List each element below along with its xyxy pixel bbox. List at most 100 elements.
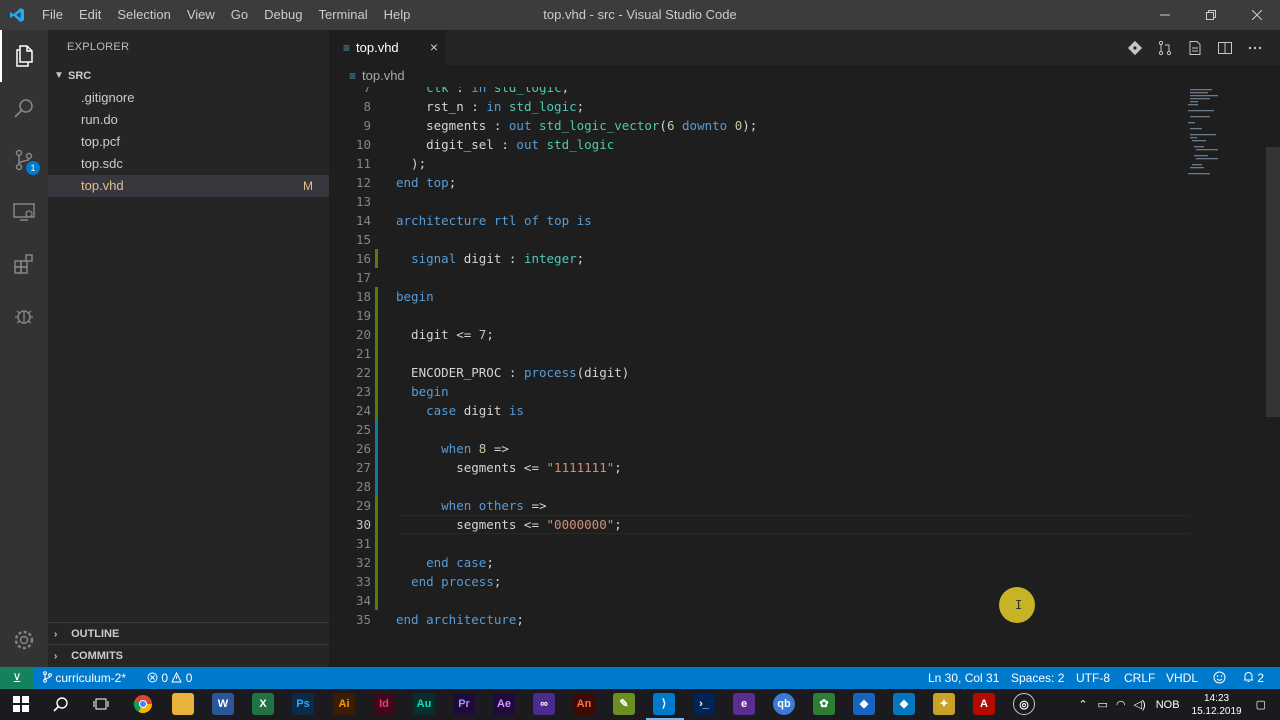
code-line[interactable]: 15: [329, 230, 1280, 249]
code-line[interactable]: 33 end process;: [329, 572, 1280, 591]
file-item-top-vhd[interactable]: top.vhd M: [48, 175, 329, 197]
code-line[interactable]: 27 segments <= "1111111";: [329, 458, 1280, 477]
file-item-gitignore[interactable]: .gitignore: [48, 87, 329, 109]
volume-icon[interactable]: ◁): [1134, 698, 1146, 711]
code-line[interactable]: 18 begin: [329, 287, 1280, 306]
git-gutter-indicator[interactable]: [375, 553, 378, 572]
after-effects-icon[interactable]: Ae: [493, 693, 515, 715]
indentation[interactable]: Spaces: 2: [1011, 667, 1064, 689]
menu-debug[interactable]: Debug: [256, 0, 310, 30]
app-icon[interactable]: e: [733, 693, 755, 715]
git-gutter-indicator[interactable]: [375, 287, 378, 306]
editor-scrollbar[interactable]: [1266, 87, 1280, 667]
app-icon[interactable]: ✿: [813, 693, 835, 715]
more-actions-button[interactable]: [1240, 30, 1270, 65]
git-gutter-indicator[interactable]: [375, 572, 378, 591]
code-line[interactable]: 26 when 8 =>: [329, 439, 1280, 458]
menu-selection[interactable]: Selection: [109, 0, 178, 30]
search-icon[interactable]: [50, 693, 72, 715]
split-editor-button[interactable]: [1210, 30, 1240, 65]
windows-start-icon[interactable]: [10, 693, 32, 715]
git-gutter-indicator[interactable]: [375, 458, 378, 477]
network-icon[interactable]: ▭: [1098, 698, 1108, 711]
chrome-icon[interactable]: [132, 693, 154, 715]
tab-top-vhd[interactable]: ≡ top.vhd ×: [329, 30, 446, 65]
close-tab-button[interactable]: ×: [430, 39, 438, 55]
code-line[interactable]: 17: [329, 268, 1280, 287]
animate-icon[interactable]: An: [573, 693, 595, 715]
git-lens-button[interactable]: [1120, 30, 1150, 65]
code-line[interactable]: 7 clk : in std_logic;: [329, 87, 1280, 97]
excel-icon[interactable]: X: [252, 693, 274, 715]
restore-button[interactable]: [1188, 0, 1234, 30]
file-explorer-icon[interactable]: [172, 693, 194, 715]
folder-header-src[interactable]: ▼ SRC: [48, 65, 329, 87]
menu-terminal[interactable]: Terminal: [310, 0, 375, 30]
menu-file[interactable]: File: [34, 0, 71, 30]
code-line[interactable]: 10 digit_sel : out std_logic: [329, 135, 1280, 154]
minimize-button[interactable]: [1142, 0, 1188, 30]
code-line[interactable]: 23 begin: [329, 382, 1280, 401]
acrobat-icon[interactable]: A: [973, 693, 995, 715]
open-file-button[interactable]: [1180, 30, 1210, 65]
premiere-icon[interactable]: Pr: [453, 693, 475, 715]
code-line[interactable]: 11 );: [329, 154, 1280, 173]
code-line[interactable]: 22 ENCODER_PROC : process(digit): [329, 363, 1280, 382]
remote-indicator[interactable]: ⊻: [0, 667, 34, 689]
clock[interactable]: 14:23 15.12.2019: [1192, 692, 1242, 718]
code-line[interactable]: 24 case digit is: [329, 401, 1280, 420]
visual-studio-icon[interactable]: ∞: [533, 693, 555, 715]
activity-explorer[interactable]: [0, 30, 48, 82]
git-gutter-indicator[interactable]: [375, 344, 378, 363]
code-line[interactable]: 25: [329, 420, 1280, 439]
feedback-button[interactable]: [1213, 667, 1226, 689]
code-line[interactable]: 14 architecture rtl of top is: [329, 211, 1280, 230]
audition-icon[interactable]: Au: [413, 693, 435, 715]
file-item-run-do[interactable]: run.do: [48, 109, 329, 131]
notepad-icon[interactable]: ✎: [613, 693, 635, 715]
git-gutter-indicator[interactable]: [375, 420, 378, 439]
code-line[interactable]: 9 segments : out std_logic_vector(6 down…: [329, 116, 1280, 135]
breadcrumb-file[interactable]: top.vhd: [362, 65, 405, 87]
menu-edit[interactable]: Edit: [71, 0, 109, 30]
git-gutter-indicator[interactable]: [375, 515, 378, 534]
code-line[interactable]: 32 end case;: [329, 553, 1280, 572]
problems-indicator[interactable]: 0 0: [147, 667, 192, 689]
minimap[interactable]: [1186, 87, 1266, 667]
code-line[interactable]: 12 end top;: [329, 173, 1280, 192]
activity-debug[interactable]: [0, 290, 48, 342]
code-line[interactable]: 16 signal digit : integer;: [329, 249, 1280, 268]
git-gutter-indicator[interactable]: [375, 439, 378, 458]
git-gutter-indicator[interactable]: [375, 325, 378, 344]
language-mode[interactable]: VHDL: [1166, 667, 1198, 689]
activity-remote-explorer[interactable]: [0, 186, 48, 238]
code-line[interactable]: 13: [329, 192, 1280, 211]
activity-manage[interactable]: [0, 620, 48, 660]
code-line[interactable]: 20 digit <= 7;: [329, 325, 1280, 344]
open-changes-button[interactable]: [1150, 30, 1180, 65]
task-view-icon[interactable]: [90, 693, 112, 715]
menu-view[interactable]: View: [179, 0, 223, 30]
activity-source-control[interactable]: 1: [0, 134, 48, 186]
menu-go[interactable]: Go: [223, 0, 256, 30]
app-icon[interactable]: ◎: [1013, 693, 1035, 715]
code-line[interactable]: 30 segments <= "0000000";: [329, 515, 1280, 534]
scrollbar-thumb[interactable]: [1266, 147, 1280, 417]
code-line[interactable]: 29 when others =>: [329, 496, 1280, 515]
menu-help[interactable]: Help: [376, 0, 419, 30]
encoding[interactable]: UTF-8: [1076, 667, 1110, 689]
code-editor[interactable]: 7 clk : in std_logic; 8 rst_n : in std_lo…: [329, 87, 1280, 667]
wifi-icon[interactable]: ◠: [1116, 698, 1126, 711]
line-ending[interactable]: CRLF: [1124, 667, 1155, 689]
activity-extensions[interactable]: [0, 238, 48, 290]
app-icon[interactable]: ✦: [933, 693, 955, 715]
qbittorrent-icon[interactable]: qb: [773, 693, 795, 715]
git-gutter-indicator[interactable]: [375, 306, 378, 325]
file-item-top-pcf[interactable]: top.pcf: [48, 131, 329, 153]
code-line[interactable]: 28: [329, 477, 1280, 496]
git-gutter-indicator[interactable]: [375, 249, 378, 268]
git-gutter-indicator[interactable]: [375, 401, 378, 420]
code-line[interactable]: 21: [329, 344, 1280, 363]
code-line[interactable]: 31: [329, 534, 1280, 553]
git-gutter-indicator[interactable]: [375, 363, 378, 382]
